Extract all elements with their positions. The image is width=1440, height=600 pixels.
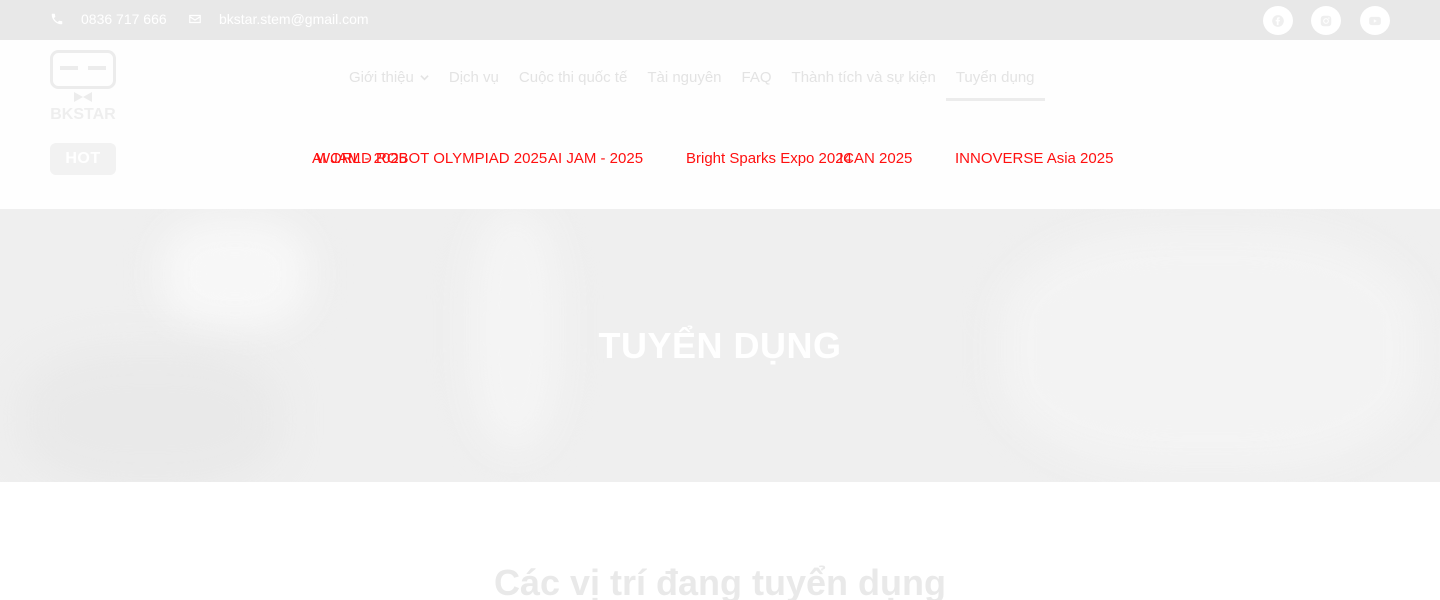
nav-label: Dịch vụ <box>448 68 499 86</box>
instagram-button[interactable] <box>1311 6 1341 35</box>
facebook-icon <box>1272 14 1284 27</box>
envelope-icon <box>189 14 201 24</box>
logo[interactable]: BKSTAR <box>50 50 116 122</box>
hot-badge: HOT <box>50 143 116 175</box>
news-ticker: AI JAM - 2025 WORLD ROBOT OLYMPIAD 2025 … <box>312 149 1120 171</box>
nav-item-tai-nguyen[interactable]: Tài nguyên <box>637 56 731 98</box>
ticker-item[interactable]: INNOVERSE Asia 2025 <box>955 149 1113 169</box>
ticker-item[interactable]: WORLD ROBOT OLYMPIAD 2025 <box>316 149 547 169</box>
email-address: bkstar.stem@gmail.com <box>219 11 369 27</box>
instagram-icon <box>1320 15 1332 26</box>
phone-contact[interactable]: 0836 717 666 <box>50 11 167 27</box>
nav-item-thanh-tich[interactable]: Thành tích và sự kiện <box>782 56 946 98</box>
ticker-item[interactable]: AI JAM - 2025 <box>548 149 643 169</box>
youtube-button[interactable] <box>1360 6 1390 35</box>
ticker-item[interactable]: Bright Sparks Expo 2024 <box>686 149 852 169</box>
facebook-button[interactable] <box>1263 6 1293 35</box>
hero-background-shape <box>20 349 280 482</box>
top-bar: 0836 717 666 bkstar.stem@gmail.com <box>0 0 1440 40</box>
nav-label: Thành tích và sự kiện <box>791 68 936 86</box>
nav-label: Cuộc thi quốc tế <box>518 68 628 86</box>
ticker-item[interactable]: ICAN 2025 <box>839 149 912 169</box>
nav-item-tuyen-dung[interactable]: Tuyển dụng <box>945 56 1045 101</box>
chevron-down-icon <box>420 74 429 80</box>
hero-background-shape <box>160 219 310 329</box>
nav-item-gioi-thieu[interactable]: Giới thiệu <box>339 56 439 98</box>
email-contact[interactable]: bkstar.stem@gmail.com <box>188 11 369 27</box>
nav-item-dich-vu[interactable]: Dịch vụ <box>439 56 509 98</box>
nav-label: Tuyển dụng <box>955 68 1035 86</box>
main-nav: Giới thiệu Dịch vụ Cuộc thi quốc tế Tài … <box>339 56 1045 101</box>
page-title: TUYỂN DỤNG <box>598 325 842 366</box>
logo-text: BKSTAR <box>50 106 116 122</box>
nav-item-faq[interactable]: FAQ <box>732 56 782 98</box>
youtube-icon <box>1369 16 1381 25</box>
nav-label: FAQ <box>741 68 772 86</box>
nav-item-cuoc-thi[interactable]: Cuộc thi quốc tế <box>509 56 637 98</box>
phone-number: 0836 717 666 <box>81 11 167 27</box>
hero-banner: TUYỂN DỤNG <box>0 209 1440 482</box>
section-title: Các vị trí đang tuyển dụng <box>493 562 947 600</box>
site-header: BKSTAR Giới thiệu Dịch vụ Cuộc thi quốc … <box>0 40 1440 209</box>
nav-label: Tài nguyên <box>647 68 722 86</box>
nav-label: Giới thiệu <box>349 68 414 86</box>
phone-icon <box>51 13 63 25</box>
